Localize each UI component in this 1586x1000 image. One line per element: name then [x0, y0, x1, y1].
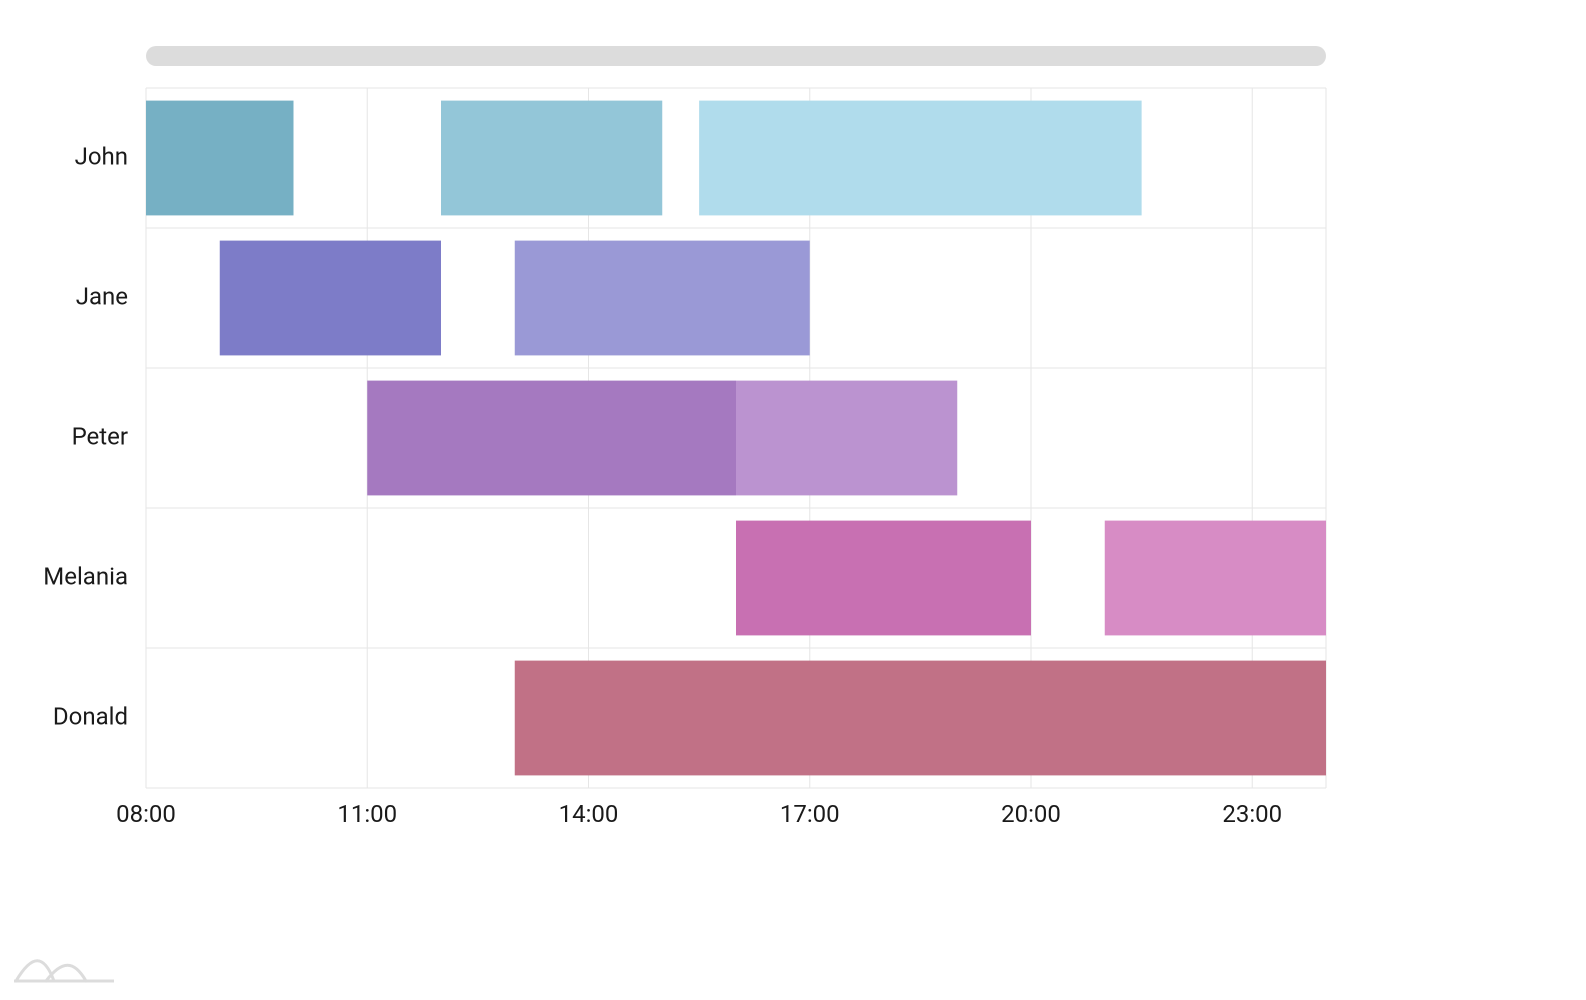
x-axis-tick-label: 20:00: [1001, 800, 1061, 828]
amcharts-logo: [14, 948, 114, 988]
y-axis-category-label: Melania: [43, 562, 128, 590]
gantt-bar[interactable]: [1105, 521, 1326, 636]
x-axis-tick-label: 14:00: [559, 800, 619, 828]
x-axis-tick-label: 11:00: [337, 800, 397, 828]
x-axis-tick-label: 23:00: [1222, 800, 1282, 828]
y-axis-category-label: Peter: [72, 422, 128, 450]
y-axis-category-label: John: [75, 142, 128, 170]
gantt-bar[interactable]: [515, 241, 810, 356]
x-axis-tick-label: 08:00: [116, 800, 176, 828]
gantt-bar[interactable]: [736, 521, 1031, 636]
gantt-bar[interactable]: [515, 661, 1326, 776]
gantt-bar[interactable]: [699, 101, 1142, 216]
gantt-bar[interactable]: [441, 101, 662, 216]
y-axis-category-label: Jane: [76, 282, 128, 310]
x-axis-tick-label: 17:00: [780, 800, 840, 828]
y-axis-category-label: Donald: [53, 702, 128, 730]
gantt-chart: John Jane Peter Melania Donald 08:00 11:00 14:0…: [0, 0, 1586, 1000]
gantt-bar[interactable]: [220, 241, 441, 356]
gantt-bar[interactable]: [367, 381, 736, 496]
gantt-bar[interactable]: [736, 381, 957, 496]
gantt-bar[interactable]: [146, 101, 294, 216]
